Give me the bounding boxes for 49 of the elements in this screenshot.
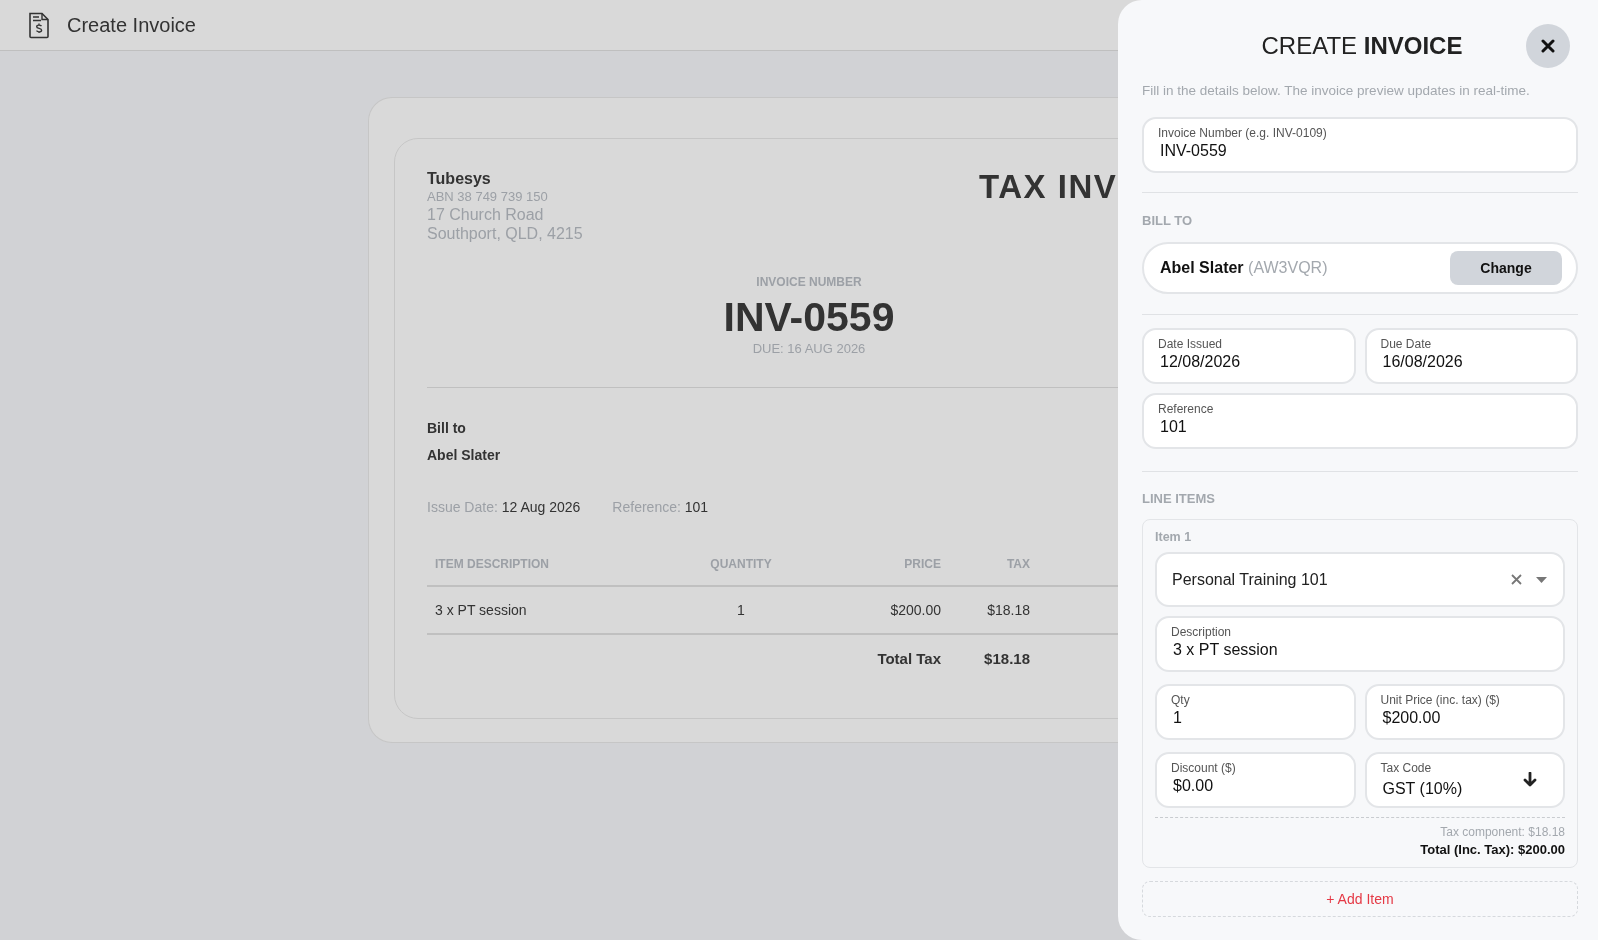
- company-address-line: 17 Church Road: [427, 205, 545, 224]
- drawer-title: CREATE INVOICE: [1261, 32, 1463, 60]
- add-item-button[interactable]: + Add Item: [1142, 881, 1578, 917]
- table-cell-text: 1: [736, 602, 746, 618]
- table-cell-text: $200.00: [889, 602, 942, 618]
- invoice-number-field[interactable]: Invoice Number (e.g. INV-0109) INV-0559: [1142, 117, 1578, 173]
- company-address-line: Southport, QLD, 4215: [427, 224, 584, 243]
- invoice-number: INV-0559: [723, 293, 895, 341]
- input-field[interactable]: Qty 1: [1155, 684, 1356, 740]
- input-field[interactable]: Unit Price (inc. tax) ($) $200.00: [1364, 684, 1565, 740]
- invoice-document-icon: [28, 11, 50, 39]
- section-heading: LINE ITEMS: [1142, 491, 1216, 506]
- input-field[interactable]: Discount ($) $0.00: [1155, 752, 1356, 808]
- bill-to-name: Abel Slater: [427, 447, 502, 463]
- invoice-number-label: INVOICE NUMBER: [756, 275, 862, 289]
- table-cell-text: 3 x PT session: [434, 602, 528, 618]
- select-field[interactable]: Tax Code GST (10%): [1364, 752, 1565, 808]
- date-field[interactable]: Due Date 16/08/2026: [1364, 328, 1578, 384]
- down-arrow-icon: [1523, 772, 1537, 788]
- drawer-subtitle: Fill in the details below. The invoice preview updates in real-time.: [1142, 83, 1531, 98]
- section-heading: BILL TO: [1142, 213, 1194, 228]
- company-name: Tubesys: [427, 169, 492, 189]
- caret-icon[interactable]: [1536, 576, 1547, 583]
- reference-field[interactable]: Reference 101: [1142, 393, 1578, 449]
- total-tax-label: Total Tax: [876, 649, 942, 667]
- column-header: QUANTITY: [709, 557, 773, 571]
- column-header: PRICE: [903, 557, 942, 571]
- description-field[interactable]: Description 3 x PT session: [1155, 616, 1565, 672]
- tax-component: Tax component: $18.18: [1439, 825, 1565, 839]
- column-header: ITEM DESCRIPTION: [434, 557, 550, 571]
- due-date: DUE: 16 AUG 2026: [752, 341, 866, 356]
- item-total: Total (Inc. Tax): $200.00: [1419, 842, 1565, 857]
- date-field[interactable]: Date Issued 12/08/2026: [1142, 328, 1356, 384]
- client-name: Abel Slater (AW3VQR): [1160, 259, 1328, 277]
- table-cell-text: $18.18: [986, 602, 1031, 618]
- bill-to-label: Bill to: [427, 420, 467, 436]
- meta-field: Issue Date: 12 Aug 2026: [427, 499, 581, 515]
- document-title: TAX INV: [979, 169, 1118, 207]
- change-button[interactable]: Change: [1450, 251, 1562, 285]
- page-title: Create Invoice: [67, 13, 196, 37]
- total-tax-value: $18.18: [983, 649, 1031, 667]
- meta-field: Reference: 101: [612, 499, 709, 515]
- close-button[interactable]: [1526, 24, 1570, 68]
- close-icon: [1541, 39, 1555, 53]
- column-header: TAX: [1005, 557, 1031, 571]
- company-abn: ABN 38 749 739 150: [427, 189, 549, 205]
- item-title: Item 1: [1155, 530, 1193, 544]
- product-select[interactable]: Personal Training 101: [1155, 552, 1565, 607]
- clear-icon[interactable]: [1511, 574, 1522, 585]
